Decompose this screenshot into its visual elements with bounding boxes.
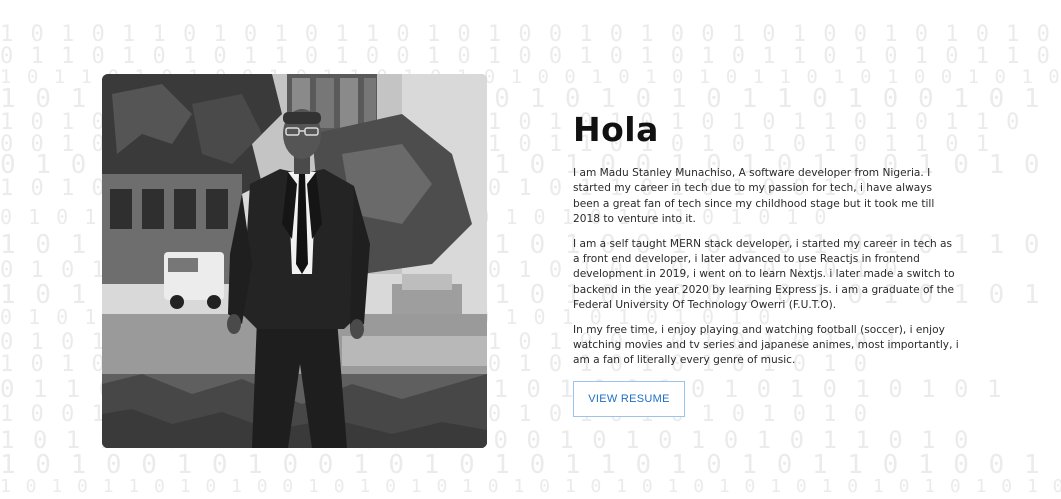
page-title: Hola xyxy=(573,110,659,149)
binary-row: 1 0 1 0 1 1 0 1 0 1 0 0 1 0 1 0 1 0 1 0 … xyxy=(0,476,1061,497)
about-section: Hola I am Madu Stanley Munachiso, A soft… xyxy=(573,110,961,417)
bio-paragraph-career: I am a self taught MERN stack developer,… xyxy=(573,237,955,312)
bio-paragraph-hobbies: In my free time, i enjoy playing and wat… xyxy=(573,323,959,367)
view-resume-button[interactable]: VIEW RESUME xyxy=(573,380,685,417)
bio-paragraph-intro: I am Madu Stanley Munachiso, A software … xyxy=(573,167,935,226)
profile-photo xyxy=(102,74,487,448)
